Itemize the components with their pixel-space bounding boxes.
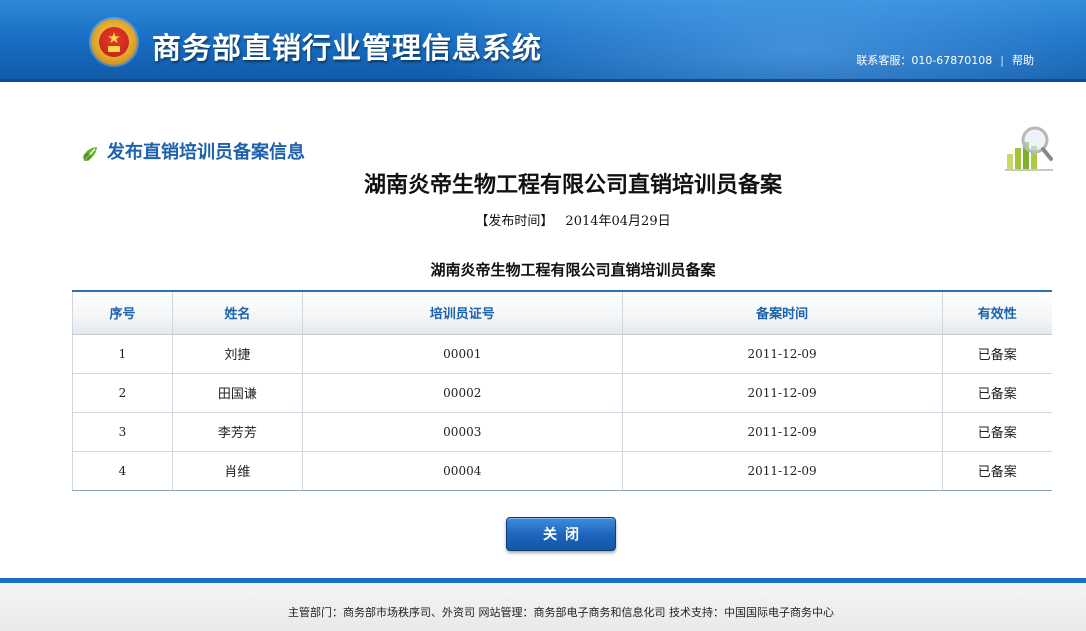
service-hotline: 联系客服：010-67870108 [856,54,993,67]
table-row: 3 李芳芳 00003 2011-12-09 已备案 [72,412,1052,452]
cell-validity: 已备案 [942,412,1052,452]
cell-name: 肖维 [172,451,303,491]
cell-record-date: 2011-12-09 [622,334,943,374]
cell-validity: 已备案 [942,451,1052,491]
cell-index: 2 [72,373,173,413]
publish-date-label: 【发布时间】 [475,214,554,229]
column-header-index: 序号 [72,291,173,335]
cell-certificate: 00002 [302,373,623,413]
cell-certificate: 00004 [302,451,623,491]
cell-index: 4 [72,451,173,491]
cell-validity: 已备案 [942,334,1052,374]
cell-name: 田国谦 [172,373,303,413]
leaf-bullet-icon [83,147,97,161]
top-links: 联系客服：010-67870108 | 帮助 [856,54,1034,68]
close-button[interactable]: 关闭 [506,517,616,551]
table-caption: 湖南炎帝生物工程有限公司直销培训员备案 [430,261,716,279]
table-row: 1 刘捷 00001 2011-12-09 已备案 [72,334,1052,374]
footer-credits: 主管部门：商务部市场秩序司、外资司 网站管理：商务部电子商务和信息化司 技术支持… [288,606,834,619]
cell-validity: 已备案 [942,373,1052,413]
cell-index: 3 [72,412,173,452]
help-link[interactable]: 帮助 [1012,54,1034,67]
column-header-name: 姓名 [172,291,303,335]
table-header-row: 序号 姓名 培训员证号 备案时间 有效性 [72,291,1052,335]
cell-record-date: 2011-12-09 [622,412,943,452]
bar-chart-magnifier-icon [1005,126,1053,171]
cell-record-date: 2011-12-09 [622,451,943,491]
document-title: 湖南炎帝生物工程有限公司直销培训员备案 [363,172,782,198]
column-header-certificate: 培训员证号 [302,291,623,335]
cell-certificate: 00001 [302,334,623,374]
column-header-record-date: 备案时间 [622,291,943,335]
cell-record-date: 2011-12-09 [622,373,943,413]
cell-certificate: 00003 [302,412,623,452]
trainer-record-table: 序号 姓名 培训员证号 备案时间 有效性 1 刘捷 00001 2011-12-… [72,290,1052,491]
site-footer: 主管部门：商务部市场秩序司、外资司 网站管理：商务部电子商务和信息化司 技术支持… [0,583,1086,631]
link-separator: | [1000,54,1004,67]
publish-date: 【发布时间】 2014年04月29日 [0,212,1086,232]
section-title: 发布直销培训员备案信息 [107,142,305,163]
cell-index: 1 [72,334,173,374]
column-header-validity: 有效性 [942,291,1052,335]
cell-name: 李芳芳 [172,412,303,452]
table-row: 4 肖维 00004 2011-12-09 已备案 [72,451,1052,491]
site-header: ★ 商务部直销行业管理信息系统 联系客服：010-67870108 | 帮助 [0,0,1086,82]
table-row: 2 田国谦 00002 2011-12-09 已备案 [72,373,1052,413]
site-title: 商务部直销行业管理信息系统 [152,31,543,65]
cell-name: 刘捷 [172,334,303,374]
publish-date-value: 2014年04月29日 [565,214,671,229]
national-emblem-icon: ★ [91,19,137,65]
